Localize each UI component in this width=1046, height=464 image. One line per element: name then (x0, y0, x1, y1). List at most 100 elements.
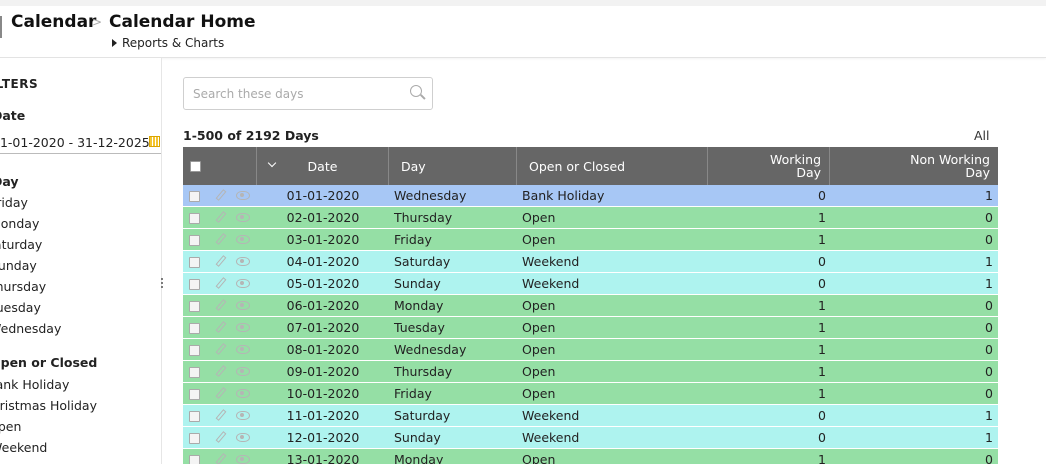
show-all-link[interactable]: All (974, 128, 990, 143)
table-row[interactable]: 12-01-2020 Sunday Weekend 0 1 (183, 427, 998, 449)
row-checkbox[interactable] (189, 301, 200, 312)
pencil-icon[interactable] (215, 211, 227, 223)
filter-item-open[interactable]: Open (0, 419, 21, 434)
pencil-icon[interactable] (215, 299, 227, 311)
row-checkbox[interactable] (189, 345, 200, 356)
row-checkbox[interactable] (189, 213, 200, 224)
eye-icon[interactable] (236, 367, 250, 376)
calendar-icon[interactable] (149, 136, 160, 147)
eye-icon[interactable] (236, 389, 250, 398)
filter-item-open[interactable]: Christmas Holiday (0, 398, 97, 413)
reports-charts-label: Reports & Charts (122, 36, 225, 50)
filter-heading-open-closed: Open or Closed (0, 355, 98, 370)
select-all-checkbox[interactable] (189, 160, 201, 172)
table-row[interactable]: 06-01-2020 Monday Open 1 0 (183, 295, 998, 317)
row-checkbox[interactable] (189, 367, 200, 378)
row-checkbox[interactable] (189, 433, 200, 444)
filter-item-open[interactable]: Weekend (0, 440, 47, 455)
cell-working-day: 0 (818, 408, 826, 423)
search-input[interactable] (193, 85, 393, 103)
pencil-icon[interactable] (215, 365, 227, 377)
row-checkbox[interactable] (189, 235, 200, 246)
cell-non-working-day: 0 (985, 386, 993, 401)
table-row[interactable]: 11-01-2020 Saturday Weekend 0 1 (183, 405, 998, 427)
pencil-icon[interactable] (215, 277, 227, 289)
search-icon[interactable] (410, 85, 422, 97)
eye-icon[interactable] (236, 455, 250, 464)
table-row[interactable]: 05-01-2020 Sunday Weekend 0 1 (183, 273, 998, 295)
filter-item-day[interactable]: Wednesday (0, 321, 61, 336)
pencil-icon[interactable] (215, 431, 227, 443)
table-row[interactable]: 04-01-2020 Saturday Weekend 0 1 (183, 251, 998, 273)
filter-item-day[interactable]: Sunday (0, 258, 37, 273)
filter-item-open[interactable]: Bank Holiday (0, 377, 69, 392)
cell-date: 02-01-2020 (286, 210, 360, 225)
row-checkbox-cell (189, 279, 200, 290)
pencil-icon[interactable] (215, 321, 227, 333)
eye-icon[interactable] (236, 323, 250, 332)
date-header[interactable]: Date (257, 147, 389, 185)
row-checkbox[interactable] (189, 455, 200, 464)
eye-icon[interactable] (236, 301, 250, 310)
filter-item-day[interactable]: Friday (0, 195, 28, 210)
pencil-icon[interactable] (215, 343, 227, 355)
date-range-value: 01-01-2020 - 31-12-2025 (0, 135, 150, 150)
eye-icon[interactable] (236, 257, 250, 266)
row-checkbox[interactable] (189, 279, 200, 290)
pencil-icon[interactable] (215, 189, 227, 201)
filter-item-day[interactable]: Tuesday (0, 300, 41, 315)
table-row[interactable]: 07-01-2020 Tuesday Open 1 0 (183, 317, 998, 339)
cell-open-closed: Open (522, 210, 556, 225)
table-row[interactable]: 03-01-2020 Friday Open 1 0 (183, 229, 998, 251)
row-checkbox[interactable] (189, 411, 200, 422)
cell-open-closed: Weekend (522, 254, 580, 269)
row-checkbox[interactable] (189, 389, 200, 400)
table-row[interactable]: 08-01-2020 Wednesday Open 1 0 (183, 339, 998, 361)
pencil-icon[interactable] (215, 387, 227, 399)
row-checkbox[interactable] (189, 323, 200, 334)
eye-icon[interactable] (236, 411, 250, 420)
open-closed-header[interactable]: Open or Closed (517, 147, 708, 185)
cell-date: 11-01-2020 (286, 408, 360, 423)
row-checkbox[interactable] (189, 191, 200, 202)
search-box[interactable] (183, 77, 433, 110)
cell-non-working-day: 0 (985, 320, 993, 335)
non-working-day-header[interactable]: Non Working Day (830, 147, 998, 185)
eye-icon[interactable] (236, 279, 250, 288)
eye-icon[interactable] (236, 213, 250, 222)
eye-icon[interactable] (236, 345, 250, 354)
breadcrumb-calendar[interactable]: Calendar (11, 12, 96, 32)
reports-charts-link[interactable]: Reports & Charts (112, 36, 224, 50)
date-header-label: Date (307, 158, 338, 174)
chevron-down-icon[interactable] (267, 158, 277, 168)
filters-title: FILTERS (0, 77, 39, 91)
table-row[interactable]: 10-01-2020 Friday Open 1 0 (183, 383, 998, 405)
pencil-icon[interactable] (215, 255, 227, 267)
pencil-icon[interactable] (215, 233, 227, 245)
table-row[interactable]: 13-01-2020 Monday Open 1 0 (183, 449, 998, 464)
row-checkbox-cell (189, 389, 200, 400)
filter-item-day[interactable]: Monday (0, 216, 39, 231)
page-header: Calendar > Calendar Home Reports & Chart… (0, 6, 1046, 58)
cell-day: Sunday (394, 430, 441, 445)
table-row[interactable]: 09-01-2020 Thursday Open 1 0 (183, 361, 998, 383)
table-row[interactable]: 01-01-2020 Wednesday Bank Holiday 0 1 (183, 185, 998, 207)
cell-open-closed: Open (522, 452, 556, 464)
days-table: Date Day Open or Closed Working Day Non W… (183, 147, 998, 464)
working-day-header[interactable]: Working Day (708, 147, 830, 185)
pencil-icon[interactable] (215, 453, 227, 464)
row-checkbox[interactable] (189, 257, 200, 268)
table-row[interactable]: 02-01-2020 Thursday Open 1 0 (183, 207, 998, 229)
eye-icon[interactable] (236, 433, 250, 442)
pencil-icon[interactable] (215, 409, 227, 421)
cell-date: 12-01-2020 (286, 430, 360, 445)
filter-item-day[interactable]: Thursday (0, 279, 46, 294)
cell-working-day: 1 (818, 364, 826, 379)
eye-icon[interactable] (236, 235, 250, 244)
eye-icon[interactable] (236, 191, 250, 200)
day-header[interactable]: Day (389, 147, 517, 185)
sidebar-resize-handle[interactable] (160, 276, 164, 298)
cell-open-closed: Open (522, 386, 556, 401)
breadcrumb-separator: > (92, 15, 103, 29)
filter-item-day[interactable]: Saturday (0, 237, 42, 252)
